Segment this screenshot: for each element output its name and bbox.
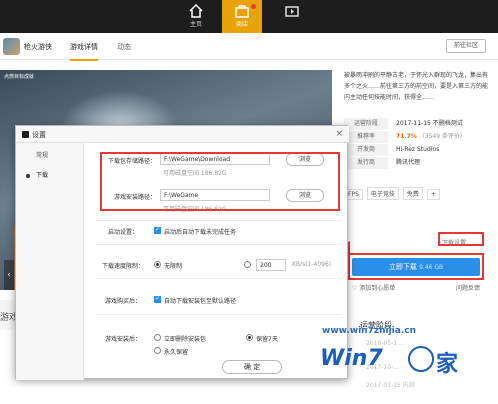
info-row: 推荐率 71.7% （3549 条评价） <box>344 131 490 144</box>
startup-auto-download-checkbox[interactable] <box>154 226 161 234</box>
add-tag-button[interactable]: + <box>426 189 440 200</box>
nav-home[interactable]: 主页 <box>176 0 216 33</box>
speed-unlimited-radio[interactable] <box>154 261 161 268</box>
nav-video[interactable] <box>272 0 312 33</box>
nav-store-label: 商店 <box>235 21 248 28</box>
dialog-title: 设置 <box>32 131 46 139</box>
banner-prev-arrow[interactable]: ‹ <box>4 260 14 290</box>
info-key: 发行商 <box>344 157 388 169</box>
review-count: （3549 条评价） <box>418 133 466 140</box>
nav-home-label: 主页 <box>189 21 202 28</box>
tag-esports[interactable]: 电子竞技 <box>366 187 399 200</box>
keep-7-days-radio[interactable] <box>246 334 253 341</box>
game-tags: FPS 电子竞技 免费 + <box>344 187 442 200</box>
top-navigation-bar: 主页 商店 <box>0 0 498 33</box>
game-avatar <box>3 38 20 55</box>
game-info-panel: 被暴雨冲刷的平静古老，于怀光入群现的飞龙，集出有多个之火……前往第三方的前空间，… <box>344 70 490 200</box>
add-to-wishlist-link[interactable]: ♡ 添加到心愿单 <box>352 283 395 292</box>
delete-package-label: 立即删除安装包 <box>164 336 207 343</box>
info-value: Hi-Rez Studios <box>396 146 440 153</box>
highlight-download-settings <box>438 232 484 246</box>
info-value: 腾讯代理 <box>396 159 421 166</box>
recommend-rate: 71.7% <box>396 133 417 140</box>
post-install-label: 游戏安装后： <box>104 336 141 343</box>
game-description: 被暴雨冲刷的平静古老，于怀光入群现的飞龙，集出有多个之火……前往第三方的前空间，… <box>344 72 489 101</box>
nav-store[interactable]: 商店 <box>222 0 262 33</box>
tag-free[interactable]: 免费 <box>402 187 423 200</box>
speed-custom-radio[interactable] <box>244 261 251 268</box>
highlight-download-button <box>348 253 484 280</box>
windows-logo-icon <box>408 346 434 372</box>
info-key: 开发商 <box>344 144 388 156</box>
auto-install-package-checkbox[interactable] <box>154 295 161 303</box>
close-icon[interactable]: × <box>335 129 343 139</box>
after-purchase-label: 游戏购买后： <box>104 298 141 305</box>
sidebar-item-label: 下载 <box>36 172 49 179</box>
tab-news[interactable]: 动态 <box>117 42 131 52</box>
info-key: 推荐率 <box>344 131 388 143</box>
game-name: 枪火游侠 <box>24 43 52 51</box>
sidebar-item-general[interactable]: 常规 <box>16 149 84 163</box>
video-icon <box>285 6 299 17</box>
after-purchase-option-label: 自动下载安装包至默认路径 <box>164 298 237 305</box>
keep-forever-radio[interactable] <box>154 347 161 354</box>
wegame-logo-icon <box>22 131 29 138</box>
startup-option-label: 启动后自动下载未完成任务 <box>164 229 237 236</box>
game-header: 枪火游侠 游戏详情 动态 前往社区 <box>0 33 498 61</box>
goto-community-button[interactable]: 前往社区 <box>446 39 486 53</box>
ok-button[interactable]: 确 定 <box>222 360 282 374</box>
ops-date: 2017-03-15 内测 <box>366 382 415 389</box>
info-row: 运营阶段 2017-11-15 不删档测试 <box>344 118 490 131</box>
speed-unlimited-label: 无限制 <box>164 263 183 270</box>
feedback-link[interactable]: 问题反馈 <box>456 283 480 292</box>
info-row: 开发商 Hi-Rez Studios <box>344 144 490 157</box>
active-dot-icon <box>26 174 30 178</box>
keep-forever-label: 永久保留 <box>164 349 189 356</box>
speed-unit-label: KB/s(1-4096) <box>292 261 332 268</box>
tab-game-details[interactable]: 游戏详情 <box>70 42 98 61</box>
info-value: 71.7% （3549 条评价） <box>396 131 466 143</box>
sidebar-item-download[interactable]: 下载 <box>16 169 84 183</box>
info-row: 发行商 腾讯代理 <box>344 157 490 170</box>
delete-package-radio[interactable] <box>154 334 161 341</box>
wishlist-label: 添加到心愿单 <box>359 285 396 292</box>
speed-limit-label: 下载速度限制： <box>101 263 144 270</box>
dialog-titlebar: 设置 × <box>16 126 349 143</box>
highlight-path-settings <box>100 152 340 211</box>
keep-7-days-label: 保留7天 <box>256 336 278 343</box>
home-icon <box>189 4 203 18</box>
startup-label: 启动设置： <box>107 229 138 236</box>
watermark-url: www.win7zhijia.cn <box>322 326 416 336</box>
watermark-brand: Win7 <box>320 346 383 371</box>
info-key: 运营阶段 <box>344 118 388 130</box>
game-info-table: 运营阶段 2017-11-15 不删档测试 推荐率 71.7% （3549 条评… <box>344 118 490 170</box>
settings-dialog: 设置 × 常规 下载 下载包存储路径： F:\WeGame\Download 浏… <box>15 125 349 380</box>
shopping-bag-icon <box>235 5 249 18</box>
info-value: 2017-11-15 不删档测试 <box>396 120 463 127</box>
watermark-suffix: 家 <box>436 352 459 377</box>
speed-value-input[interactable]: 200 <box>256 259 286 271</box>
banner-caption: 点燃目标成就 <box>4 74 35 80</box>
notification-dot <box>251 4 256 9</box>
